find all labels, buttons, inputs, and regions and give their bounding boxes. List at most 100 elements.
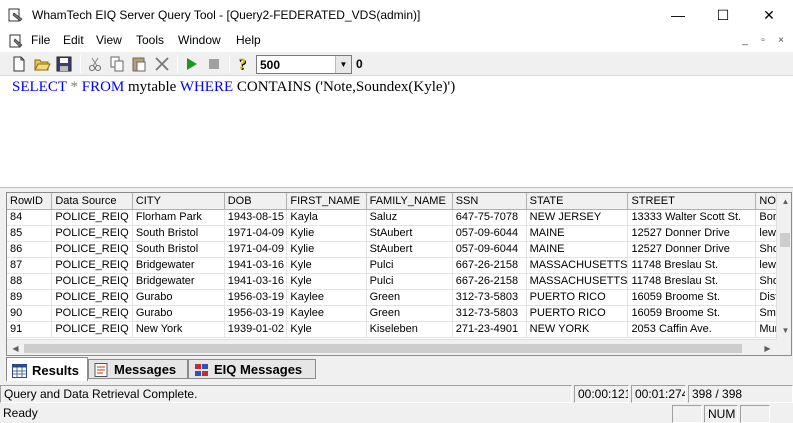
table-row[interactable]: 90 POLICE_REIQ Gurabo 1956-03-19 Kaylee Green… [7, 305, 791, 322]
minimize-button[interactable]: — [655, 0, 701, 30]
table-cell[interactable]: Pulci [366, 257, 453, 274]
table-cell[interactable]: 1939-01-02 [224, 321, 288, 338]
tab-results[interactable]: Results [6, 357, 88, 381]
table-cell[interactable]: 16059 Broome St. [627, 305, 757, 322]
table-cell[interactable]: NEW YORK [526, 321, 629, 338]
table-cell[interactable]: MASSACHUSETTS [526, 273, 629, 290]
table-cell[interactable]: MASSACHUSETTS [526, 257, 629, 274]
column-header[interactable]: RowID [7, 193, 53, 210]
table-cell[interactable]: 11748 Breslau St. [627, 273, 757, 290]
table-cell[interactable]: 85 [7, 225, 53, 242]
table-cell[interactable]: POLICE_REIQ [51, 257, 133, 274]
scroll-left-icon[interactable]: ◀ [7, 340, 24, 355]
table-cell[interactable]: 057-09-6044 [452, 225, 527, 242]
table-cell[interactable]: 12527 Donner Drive [627, 241, 757, 258]
table-cell[interactable]: 667-26-2158 [452, 257, 527, 274]
column-header[interactable]: SSN [452, 193, 527, 210]
column-header[interactable]: FAMILY_NAME [366, 193, 453, 210]
table-cell[interactable]: 86 [7, 241, 53, 258]
table-cell[interactable]: MAINE [526, 241, 629, 258]
table-cell[interactable]: 91 [7, 321, 53, 338]
menu-edit[interactable]: Edit [63, 33, 84, 47]
paste-icon[interactable] [130, 55, 148, 73]
table-row[interactable]: 91 POLICE_REIQ New York 1939-01-02 Kyle Kisel… [7, 321, 791, 338]
table-cell[interactable]: Kiseleben [366, 321, 453, 338]
mdi-close-button[interactable]: × [774, 34, 788, 48]
table-cell[interactable]: Saluz [366, 209, 453, 226]
mdi-restore-button[interactable]: ▫ [756, 34, 770, 48]
table-cell[interactable]: PUERTO RICO [526, 305, 629, 322]
maximize-button[interactable]: ☐ [700, 0, 746, 30]
table-cell[interactable]: NEW JERSEY [526, 209, 629, 226]
table-cell[interactable]: Green [366, 305, 453, 322]
column-header[interactable]: STREET [627, 193, 757, 210]
tab-eiq-messages[interactable]: EIQ Messages [188, 359, 316, 379]
table-cell[interactable]: 13333 Walter Scott St. [627, 209, 757, 226]
table-cell[interactable]: Kaylee [286, 289, 367, 306]
table-cell[interactable]: POLICE_REIQ [51, 321, 133, 338]
table-cell[interactable]: Bridgewater [132, 273, 225, 290]
table-row[interactable]: 89 POLICE_REIQ Gurabo 1956-03-19 Kaylee Green… [7, 289, 791, 306]
menu-file[interactable]: File [31, 33, 50, 47]
table-cell[interactable]: New York [132, 321, 225, 338]
run-icon[interactable] [182, 55, 200, 73]
table-cell[interactable]: 057-09-6044 [452, 241, 527, 258]
horizontal-scroll-thumb[interactable] [24, 344, 742, 353]
table-cell[interactable]: 312-73-5803 [452, 305, 527, 322]
table-cell[interactable]: South Bristol [132, 241, 225, 258]
table-cell[interactable]: PUERTO RICO [526, 289, 629, 306]
table-cell[interactable]: 1956-03-19 [224, 289, 288, 306]
table-row[interactable]: 87 POLICE_REIQ Bridgewater 1941-03-16 Kyle Pu… [7, 257, 791, 274]
table-cell[interactable]: 11748 Breslau St. [627, 257, 757, 274]
horizontal-scrollbar[interactable]: ◀ ▶ [7, 339, 776, 355]
menu-tools[interactable]: Tools [136, 33, 164, 47]
scroll-right-icon[interactable]: ▶ [759, 340, 776, 355]
table-cell[interactable]: 271-23-4901 [452, 321, 527, 338]
table-cell[interactable]: Kyle [286, 321, 367, 338]
table-cell[interactable]: POLICE_REIQ [51, 273, 133, 290]
table-cell[interactable]: Pulci [366, 273, 453, 290]
table-cell[interactable]: POLICE_REIQ [51, 305, 133, 322]
table-cell[interactable]: 12527 Donner Drive [627, 225, 757, 242]
copy-icon[interactable] [108, 55, 126, 73]
delete-icon[interactable] [153, 55, 171, 73]
vertical-scrollbar[interactable]: ▲ ▼ [776, 193, 791, 339]
stop-icon[interactable] [205, 55, 223, 73]
table-cell[interactable]: 1971-04-09 [224, 225, 288, 242]
table-cell[interactable]: 1971-04-09 [224, 241, 288, 258]
column-header[interactable]: Data Source [51, 193, 133, 210]
new-icon[interactable] [10, 55, 28, 73]
table-cell[interactable]: POLICE_REIQ [51, 225, 133, 242]
table-cell[interactable]: StAubert [366, 241, 453, 258]
table-cell[interactable]: 1941-03-16 [224, 273, 288, 290]
chevron-down-icon[interactable]: ▼ [335, 56, 351, 73]
scroll-down-icon[interactable]: ▼ [777, 322, 791, 339]
document-icon[interactable] [8, 33, 24, 49]
table-cell[interactable]: 1941-03-16 [224, 257, 288, 274]
table-cell[interactable]: South Bristol [132, 225, 225, 242]
column-header[interactable]: DOB [224, 193, 288, 210]
table-cell[interactable]: Kyle [286, 273, 367, 290]
table-cell[interactable]: 88 [7, 273, 53, 290]
table-row[interactable]: 88 POLICE_REIQ Bridgewater 1941-03-16 Kyle Pu… [7, 273, 791, 290]
table-cell[interactable]: POLICE_REIQ [51, 241, 133, 258]
column-header[interactable]: CITY [132, 193, 225, 210]
table-row[interactable]: 84 POLICE_REIQ Florham Park 1943-08-15 Kayla… [7, 209, 791, 226]
table-cell[interactable]: Kylie [286, 225, 367, 242]
table-cell[interactable]: Bridgewater [132, 257, 225, 274]
table-cell[interactable]: 2053 Caffin Ave. [627, 321, 757, 338]
table-cell[interactable]: 667-26-2158 [452, 273, 527, 290]
open-icon[interactable] [33, 55, 51, 73]
table-cell[interactable]: 84 [7, 209, 53, 226]
table-cell[interactable]: 1956-03-19 [224, 305, 288, 322]
table-row[interactable]: 86 POLICE_REIQ South Bristol 1971-04-09 Kyli… [7, 241, 791, 258]
tab-messages[interactable]: Messages [88, 359, 188, 379]
close-button[interactable]: ✕ [746, 0, 792, 30]
vertical-scroll-thumb[interactable] [780, 233, 790, 247]
scroll-up-icon[interactable]: ▲ [777, 193, 791, 210]
results-grid[interactable]: RowID Data Source CITY DOB FIRST_NAME FAMILY_… [6, 192, 792, 356]
table-cell[interactable]: 1943-08-15 [224, 209, 288, 226]
column-header[interactable]: STATE [526, 193, 629, 210]
table-row[interactable]: 85 POLICE_REIQ South Bristol 1971-04-09 Kyli… [7, 225, 791, 242]
help-icon[interactable]: ?? [234, 55, 252, 73]
